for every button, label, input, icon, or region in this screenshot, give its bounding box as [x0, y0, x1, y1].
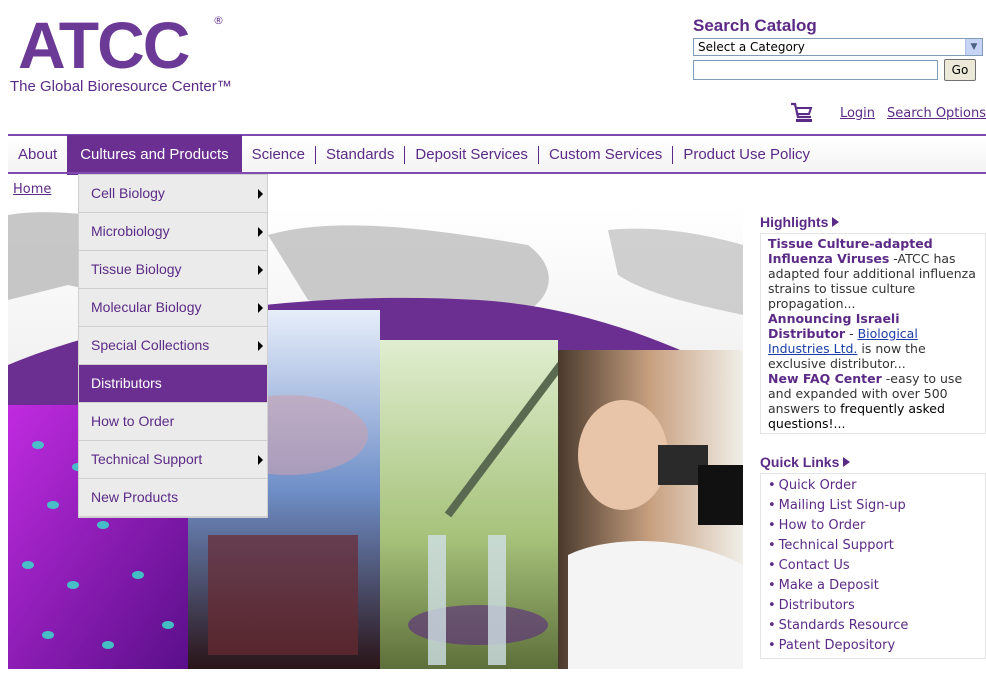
nav-custom-services[interactable]: Custom Services [539, 135, 672, 175]
quick-link-label: Technical Support [778, 538, 894, 553]
menu-item-cell-biology[interactable]: Cell Biology [79, 175, 267, 213]
quick-link-label: Contact Us [778, 558, 850, 573]
highlights-title: Highlights [760, 214, 829, 230]
highlights-box: Tissue Culture-adapted Influenza Viruses… [760, 233, 986, 434]
bullet-icon: • [768, 578, 776, 593]
bullet-icon: • [768, 518, 776, 533]
login-link[interactable]: Login [840, 106, 875, 121]
nav-product-use-policy[interactable]: Product Use Policy [673, 135, 820, 175]
user-links: Login Search Options [790, 102, 986, 124]
go-button[interactable]: Go [944, 59, 976, 81]
nav-about[interactable]: About [8, 135, 67, 175]
nav-standards[interactable]: Standards [316, 135, 404, 175]
highlights-heading[interactable]: Highlights [760, 214, 986, 230]
quick-link-label: Mailing List Sign-up [778, 498, 906, 513]
menu-item-label: New Products [91, 489, 179, 505]
menu-item-new-products[interactable]: New Products [79, 479, 267, 517]
menu-item-technical-support[interactable]: Technical Support [79, 441, 267, 479]
quick-link-label: Quick Order [778, 478, 857, 493]
search-input[interactable] [693, 60, 938, 80]
cultures-dropdown-menu: Cell Biology Microbiology Tissue Biology… [78, 174, 268, 518]
nav-science[interactable]: Science [242, 135, 315, 175]
menu-item-how-to-order[interactable]: How to Order [79, 403, 267, 441]
submenu-arrow-icon [258, 189, 263, 199]
quick-links-title: Quick Links [760, 454, 840, 470]
menu-item-label: Tissue Biology [91, 261, 182, 277]
quick-link-item[interactable]: • Standards Resource [768, 616, 978, 636]
bullet-icon: • [768, 638, 776, 653]
main-nav: About Cultures and Products Science Stan… [8, 134, 986, 175]
bullet-icon: • [768, 538, 776, 553]
quick-link-item[interactable]: • Contact Us [768, 556, 978, 576]
quick-link-item[interactable]: • Mailing List Sign-up [768, 496, 978, 516]
submenu-arrow-icon [258, 455, 263, 465]
quick-link-item[interactable]: • Patent Depository [768, 636, 978, 656]
category-select[interactable]: Select a Category ▼ [693, 38, 983, 56]
bullet-icon: • [768, 598, 776, 613]
nav-cultures-and-products[interactable]: Cultures and Products [67, 135, 242, 175]
atcc-logo[interactable]: ATCC ® The Global Bioresource Center™ [10, 8, 310, 98]
menu-item-label: Microbiology [91, 223, 170, 239]
nav-deposit-services[interactable]: Deposit Services [405, 135, 538, 175]
search-options-link[interactable]: Search Options [887, 106, 986, 121]
bullet-icon: • [768, 478, 776, 493]
submenu-arrow-icon [258, 227, 263, 237]
right-column: Highlights Tissue Culture-adapted Influe… [760, 214, 986, 659]
category-selected: Select a Category [698, 40, 805, 54]
search-title: Search Catalog [693, 16, 817, 35]
logo-mark: ATCC [18, 8, 190, 82]
bullet-icon: • [768, 498, 776, 513]
quick-link-item[interactable]: • Technical Support [768, 536, 978, 556]
menu-item-distributors[interactable]: Distributors [79, 365, 267, 403]
menu-item-label: How to Order [91, 413, 175, 429]
menu-item-label: Special Collections [91, 337, 210, 353]
quick-links-heading[interactable]: Quick Links [760, 454, 986, 470]
menu-item-label: Cell Biology [91, 185, 165, 201]
submenu-arrow-icon [258, 341, 263, 351]
quick-link-label: How to Order [778, 518, 866, 533]
quick-link-item[interactable]: • Distributors [768, 596, 978, 616]
submenu-arrow-icon [258, 303, 263, 313]
bullet-icon: • [768, 618, 776, 633]
quick-link-label: Patent Depository [778, 638, 896, 653]
logo-registered: ® [213, 14, 224, 27]
quick-link-item[interactable]: • Quick Order [768, 476, 978, 496]
quick-links: Quick Links • Quick Order • Mailing List S… [760, 454, 986, 659]
menu-item-label: Technical Support [91, 451, 203, 467]
chevron-down-icon[interactable]: ▼ [965, 39, 982, 55]
arrow-right-icon [832, 217, 840, 227]
highlight-3-title[interactable]: New FAQ Center [768, 371, 882, 386]
quick-link-label: Standards Resource [778, 618, 909, 633]
menu-item-special-collections[interactable]: Special Collections [79, 327, 267, 365]
submenu-arrow-icon [258, 265, 263, 275]
quick-link-item[interactable]: • How to Order [768, 516, 978, 536]
menu-item-molecular-biology[interactable]: Molecular Biology [79, 289, 267, 327]
highlight-2-dash: - [845, 326, 858, 341]
breadcrumb-home[interactable]: Home [13, 182, 51, 197]
arrow-right-icon [843, 457, 851, 467]
quick-link-item[interactable]: • Make a Deposit [768, 576, 978, 596]
quick-link-label: Make a Deposit [778, 578, 879, 593]
logo-tagline: The Global Bioresource Center™ [10, 78, 232, 95]
cart-icon[interactable] [790, 102, 814, 124]
search-catalog: Search Catalog Select a Category ▼ Go [693, 16, 986, 81]
quick-link-label: Distributors [778, 598, 855, 613]
menu-item-tissue-biology[interactable]: Tissue Biology [79, 251, 267, 289]
menu-item-label: Molecular Biology [91, 299, 202, 315]
quick-links-box: • Quick Order • Mailing List Sign-up • How … [760, 473, 986, 659]
bullet-icon: • [768, 558, 776, 573]
menu-item-microbiology[interactable]: Microbiology [79, 213, 267, 251]
menu-item-label: Distributors [91, 375, 162, 391]
